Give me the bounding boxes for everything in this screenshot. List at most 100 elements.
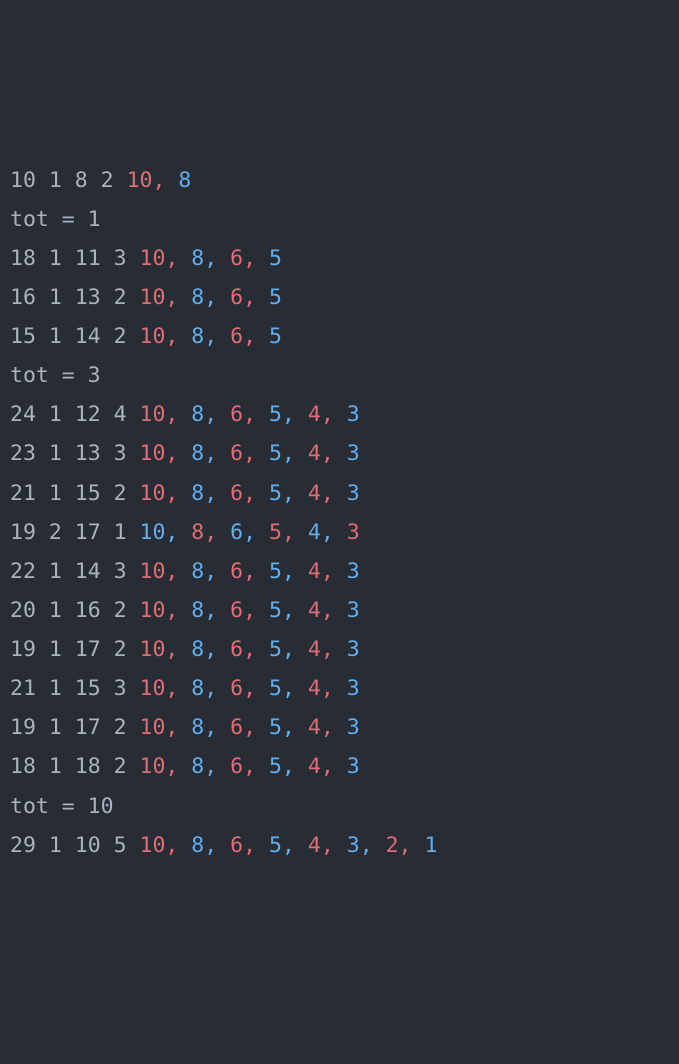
- sequence-number: 4: [308, 481, 321, 506]
- sequence-number: 3: [347, 637, 360, 662]
- prefix-number: 1: [49, 246, 62, 271]
- sequence-number: 6: [230, 754, 243, 779]
- output-line: 18 1 18 2 10, 8, 6, 5, 4, 3: [10, 747, 669, 786]
- sequence-number: 10: [140, 715, 166, 740]
- sequence-number: 1: [424, 833, 437, 858]
- sequence-number: 6: [230, 324, 243, 349]
- output-line: 20 1 16 2 10, 8, 6, 5, 4, 3: [10, 591, 669, 630]
- prefix-number: 2: [114, 715, 127, 740]
- sequence-number: 5: [269, 324, 282, 349]
- prefix-number: 21: [10, 481, 36, 506]
- terminal-output: 10 1 8 2 10, 8tot = 118 1 11 3 10, 8, 6,…: [10, 161, 669, 865]
- sequence-number: 6: [230, 637, 243, 662]
- prefix-number: 16: [10, 285, 36, 310]
- sequence-number: 3: [347, 754, 360, 779]
- sequence-number: 8: [191, 246, 204, 271]
- prefix-number: 5: [114, 833, 127, 858]
- prefix-number: 21: [10, 676, 36, 701]
- prefix-number: 1: [49, 754, 62, 779]
- sequence-number: 8: [191, 559, 204, 584]
- sequence-number: 8: [191, 637, 204, 662]
- sequence-number: 5: [269, 481, 282, 506]
- sequence-number: 6: [230, 246, 243, 271]
- output-line: 22 1 14 3 10, 8, 6, 5, 4, 3: [10, 552, 669, 591]
- prefix-number: 1: [49, 285, 62, 310]
- prefix-number: 16: [75, 598, 101, 623]
- output-line: 16 1 13 2 10, 8, 6, 5: [10, 278, 669, 317]
- sequence-number: 8: [191, 324, 204, 349]
- prefix-number: 23: [10, 441, 36, 466]
- prefix-number: 2: [49, 520, 62, 545]
- prefix-number: 15: [75, 481, 101, 506]
- sequence-number: 5: [269, 637, 282, 662]
- sequence-number: 4: [308, 441, 321, 466]
- sequence-number: 3: [347, 676, 360, 701]
- prefix-number: 20: [10, 598, 36, 623]
- prefix-number: 1: [114, 520, 127, 545]
- sequence-number: 5: [269, 676, 282, 701]
- prefix-number: 13: [75, 441, 101, 466]
- sequence-number: 6: [230, 402, 243, 427]
- sequence-number: 6: [230, 598, 243, 623]
- sequence-number: 6: [230, 833, 243, 858]
- sequence-number: 10: [140, 833, 166, 858]
- total-text: tot = 3: [10, 363, 101, 388]
- prefix-number: 15: [75, 676, 101, 701]
- prefix-number: 1: [49, 637, 62, 662]
- sequence-number: 5: [269, 598, 282, 623]
- sequence-number: 6: [230, 715, 243, 740]
- sequence-number: 6: [230, 285, 243, 310]
- prefix-number: 29: [10, 833, 36, 858]
- output-line: 23 1 13 3 10, 8, 6, 5, 4, 3: [10, 434, 669, 473]
- sequence-number: 4: [308, 598, 321, 623]
- sequence-number: 5: [269, 715, 282, 740]
- prefix-number: 18: [10, 246, 36, 271]
- sequence-number: 3: [347, 520, 360, 545]
- sequence-number: 5: [269, 833, 282, 858]
- sequence-number: 10: [140, 676, 166, 701]
- sequence-number: 5: [269, 520, 282, 545]
- sequence-number: 4: [308, 715, 321, 740]
- output-line: 29 1 10 5 10, 8, 6, 5, 4, 3, 2, 1: [10, 826, 669, 865]
- sequence-number: 10: [140, 481, 166, 506]
- sequence-number: 5: [269, 754, 282, 779]
- prefix-number: 2: [114, 285, 127, 310]
- sequence-number: 8: [191, 715, 204, 740]
- prefix-number: 1: [49, 168, 62, 193]
- prefix-number: 1: [49, 676, 62, 701]
- sequence-number: 8: [191, 754, 204, 779]
- sequence-number: 10: [140, 754, 166, 779]
- output-line: 18 1 11 3 10, 8, 6, 5: [10, 239, 669, 278]
- sequence-number: 8: [191, 520, 204, 545]
- sequence-number: 8: [191, 441, 204, 466]
- sequence-number: 3: [347, 481, 360, 506]
- sequence-number: 5: [269, 285, 282, 310]
- output-line: 19 1 17 2 10, 8, 6, 5, 4, 3: [10, 708, 669, 747]
- prefix-number: 1: [49, 441, 62, 466]
- prefix-number: 1: [49, 402, 62, 427]
- sequence-number: 6: [230, 481, 243, 506]
- prefix-number: 2: [114, 754, 127, 779]
- total-line: tot = 10: [10, 787, 669, 826]
- sequence-number: 8: [191, 676, 204, 701]
- sequence-number: 6: [230, 559, 243, 584]
- sequence-number: 3: [347, 441, 360, 466]
- prefix-number: 15: [10, 324, 36, 349]
- sequence-number: 6: [230, 441, 243, 466]
- sequence-number: 10: [140, 598, 166, 623]
- prefix-number: 2: [114, 481, 127, 506]
- prefix-number: 2: [114, 324, 127, 349]
- prefix-number: 14: [75, 559, 101, 584]
- sequence-number: 6: [230, 676, 243, 701]
- total-text: tot = 1: [10, 207, 101, 232]
- sequence-number: 4: [308, 520, 321, 545]
- prefix-number: 17: [75, 637, 101, 662]
- prefix-number: 1: [49, 481, 62, 506]
- sequence-number: 8: [191, 481, 204, 506]
- total-text: tot = 10: [10, 794, 114, 819]
- prefix-number: 1: [49, 598, 62, 623]
- prefix-number: 3: [114, 441, 127, 466]
- prefix-number: 2: [101, 168, 114, 193]
- sequence-number: 8: [178, 168, 191, 193]
- sequence-number: 2: [386, 833, 399, 858]
